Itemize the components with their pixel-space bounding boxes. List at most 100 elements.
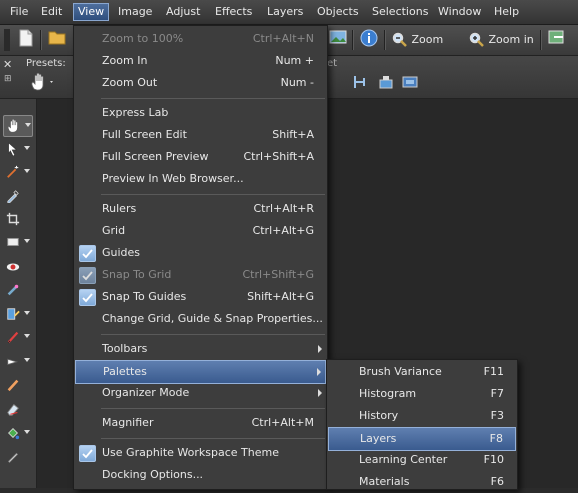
menu-item-snap-to-grid[interactable]: Snap To Grid Ctrl+Shift+G: [75, 264, 326, 286]
options-tool-icon-3[interactable]: [402, 74, 418, 90]
menu-item-label: Zoom In: [102, 54, 148, 67]
menu-item-zoom-out[interactable]: Zoom Out Num -: [75, 72, 326, 94]
menu-item-shortcut: F8: [489, 432, 503, 445]
palette-item-brush-variance[interactable]: Brush Variance F11: [328, 361, 516, 383]
pin-icon[interactable]: ⊞: [4, 74, 12, 84]
menu-item-shortcut: F10: [483, 453, 504, 466]
menu-item-label: Change Grid, Guide & Snap Properties...: [102, 312, 323, 325]
export-icon[interactable]: [548, 29, 566, 51]
menu-item-label: Snap To Guides: [102, 290, 187, 303]
menu-separator: [101, 194, 325, 195]
menu-item-shortcut: Ctrl+Alt+N: [252, 32, 314, 45]
menu-window[interactable]: Window: [434, 4, 485, 20]
makeover-tool[interactable]: [3, 280, 31, 300]
menu-separator: [101, 334, 325, 335]
dropper-tool[interactable]: [3, 186, 31, 206]
toolbar-grip[interactable]: [4, 29, 10, 51]
menu-item-shortcut: F7: [490, 387, 504, 400]
selection-tool[interactable]: [3, 162, 31, 182]
menu-adjust[interactable]: Adjust: [162, 4, 204, 20]
menu-item-docking-options[interactable]: Docking Options...: [75, 464, 326, 486]
menu-item-use-graphite-theme[interactable]: Use Graphite Workspace Theme: [75, 442, 326, 464]
checkmark-icon: [79, 267, 96, 284]
palette-item-history[interactable]: History F3: [328, 405, 516, 427]
smudge-tool[interactable]: [3, 375, 31, 395]
menu-separator: [101, 408, 325, 409]
menu-item-label: Guides: [102, 246, 141, 259]
menu-item-snap-to-guides[interactable]: Snap To Guides Shift+Alt+G: [75, 286, 326, 308]
pen-tool[interactable]: [3, 447, 31, 467]
hand-preset-icon: [31, 72, 53, 91]
info-icon[interactable]: [360, 29, 378, 51]
menu-edit[interactable]: Edit: [37, 4, 66, 20]
menu-item-label: Snap To Grid: [102, 268, 172, 281]
menu-item-full-screen-edit[interactable]: Full Screen Edit Shift+A: [75, 124, 326, 146]
preset-hand-dropdown[interactable]: [30, 72, 56, 92]
pick-tool[interactable]: [3, 139, 31, 159]
menu-item-label: Palettes: [103, 365, 147, 378]
menu-layers[interactable]: Layers: [263, 4, 307, 20]
eyedropper-icon: [7, 190, 19, 203]
menu-item-zoom-to-100[interactable]: Zoom to 100% Ctrl+Alt+N: [75, 28, 326, 50]
menu-item-guides[interactable]: Guides: [75, 242, 326, 264]
menu-view[interactable]: View: [73, 3, 110, 21]
flood-fill-tool[interactable]: [3, 423, 31, 443]
menu-item-grid[interactable]: Grid Ctrl+Alt+G: [75, 220, 326, 242]
menu-effects[interactable]: Effects: [211, 4, 256, 20]
menu-objects[interactable]: Objects: [313, 4, 363, 20]
menu-item-label: Grid: [102, 224, 126, 237]
options-tool-icon-2[interactable]: [378, 74, 394, 90]
menu-item-zoom-in[interactable]: Zoom In Num +: [75, 50, 326, 72]
menu-help[interactable]: Help: [490, 4, 523, 20]
menu-item-label: Magnifier: [102, 416, 154, 429]
crop-tool[interactable]: [3, 209, 31, 229]
pan-tool[interactable]: [3, 115, 33, 137]
new-file-icon[interactable]: [18, 29, 34, 51]
menu-file[interactable]: File: [6, 4, 32, 20]
options-tool-icon-1[interactable]: [352, 74, 368, 90]
menu-separator: [101, 98, 325, 99]
menu-item-shortcut: Shift+A: [272, 128, 314, 141]
menu-item-preview-in-web-browser[interactable]: Preview In Web Browser...: [75, 168, 326, 190]
eraser-icon: [7, 404, 19, 416]
menu-item-shortcut: F11: [483, 365, 504, 378]
menu-item-label: Toolbars: [102, 342, 148, 355]
menu-item-full-screen-preview[interactable]: Full Screen Preview Ctrl+Shift+A: [75, 146, 326, 168]
menu-item-palettes[interactable]: Palettes: [75, 360, 326, 384]
eraser-tool[interactable]: [3, 399, 31, 419]
open-folder-icon[interactable]: [48, 29, 66, 51]
image-icon[interactable]: [329, 29, 347, 51]
menu-item-change-grid-properties[interactable]: Change Grid, Guide & Snap Properties...: [75, 308, 326, 330]
clone-tool[interactable]: [3, 304, 31, 324]
palette-item-materials[interactable]: Materials F6: [328, 471, 516, 493]
submenu-arrow-icon: [317, 368, 321, 376]
zoom-out-button[interactable]: Zoom out: [392, 29, 462, 68]
menu-item-toolbars[interactable]: Toolbars: [75, 338, 326, 360]
menu-item-label: Docking Options...: [102, 468, 204, 481]
menu-item-label: Express Lab: [102, 106, 169, 119]
lighten-darken-tool[interactable]: [3, 351, 31, 371]
menu-item-magnifier[interactable]: Magnifier Ctrl+Alt+M: [75, 412, 326, 434]
palette-item-histogram[interactable]: Histogram F7: [328, 383, 516, 405]
menu-selections[interactable]: Selections: [368, 4, 432, 20]
dodge-icon: [7, 358, 19, 366]
menu-separator: [101, 438, 325, 439]
options-text-fragment: et: [327, 58, 338, 69]
red-eye-tool[interactable]: [3, 257, 31, 277]
palette-item-learning-center[interactable]: Learning Center F10: [328, 449, 516, 471]
menu-image[interactable]: Image: [114, 4, 156, 20]
menu-item-label: Preview In Web Browser...: [102, 172, 244, 185]
zoom-in-button[interactable]: Zoom in: [469, 29, 535, 51]
menu-item-shortcut: Ctrl+Shift+G: [242, 268, 314, 281]
menu-item-rulers[interactable]: Rulers Ctrl+Alt+R: [75, 198, 326, 220]
palette-item-layers[interactable]: Layers F8: [328, 427, 516, 451]
menu-item-label: Brush Variance: [359, 365, 442, 378]
close-icon[interactable]: ✕: [3, 58, 12, 71]
magic-wand-icon: [7, 165, 19, 178]
menu-item-express-lab[interactable]: Express Lab: [75, 102, 326, 124]
menu-item-label: Layers: [360, 432, 397, 445]
menu-item-shortcut: Ctrl+Alt+R: [253, 202, 314, 215]
paint-brush-tool[interactable]: [3, 327, 31, 347]
menu-item-organizer-mode[interactable]: Organizer Mode: [75, 382, 326, 404]
move-tool[interactable]: [3, 232, 31, 252]
